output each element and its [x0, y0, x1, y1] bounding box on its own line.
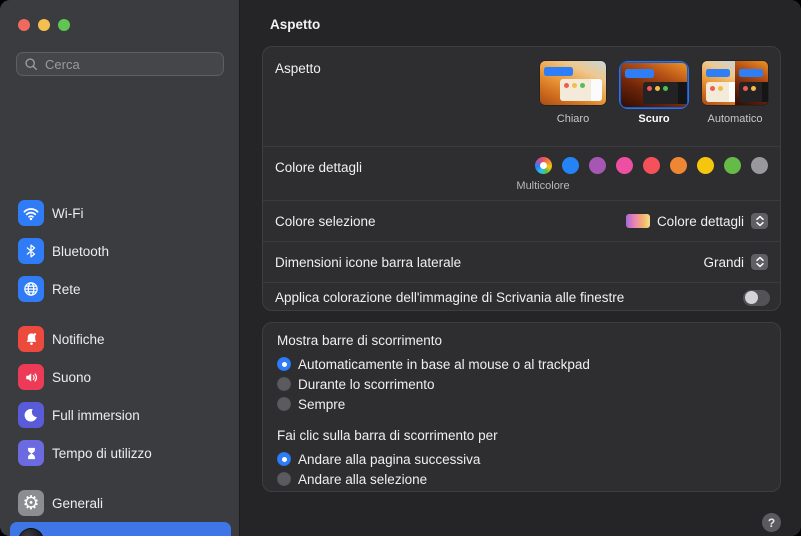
accent-dot-blue[interactable] [562, 157, 579, 174]
accent-dot-red[interactable] [643, 157, 660, 174]
accent-selected-caption: Multicolore [516, 180, 570, 192]
radio-option-jump-to-spot[interactable]: Andare alla selezione [277, 469, 766, 489]
radio-icon [277, 397, 291, 411]
search-field[interactable] [16, 52, 224, 76]
sidebar-item-label: Bluetooth [52, 243, 110, 259]
accent-dot-orange[interactable] [670, 157, 687, 174]
accent-dot-green[interactable] [724, 157, 741, 174]
stepper-icon [751, 254, 768, 270]
sidebar-item-label: Suono [52, 369, 92, 385]
radio-icon [277, 472, 291, 486]
radio-option-always[interactable]: Sempre [277, 394, 766, 414]
sidebar-item-general[interactable]: ⚙ Generali [10, 484, 231, 522]
wallpaper-tint-row: Applica colorazione dell'immagine di Scr… [263, 282, 780, 312]
sidebar-item-network[interactable]: Rete [10, 270, 231, 308]
scrollbar-card: Mostra barre di scorrimento Automaticame… [262, 322, 781, 492]
radio-icon [277, 377, 291, 391]
sidebar-item-label: Tempo di utilizzo [52, 445, 152, 461]
sidebar-item-appearance-selected[interactable] [10, 522, 231, 536]
globe-icon [18, 276, 44, 302]
theme-option-auto[interactable]: Automatico [702, 61, 768, 125]
sidebar-item-notifications[interactable]: Notifiche [10, 320, 231, 358]
accent-dot-multicolor[interactable] [535, 157, 552, 174]
show-scrollbars-heading: Mostra barre di scorrimento [277, 333, 443, 348]
appearance-row: Aspetto Chiaro Scuro Automatico [263, 47, 780, 146]
search-icon [25, 58, 38, 71]
sidebar-icon-size-value: Grandi [703, 254, 744, 270]
theme-options: Chiaro Scuro Automatico [540, 61, 768, 125]
selection-color-value: Colore dettagli [656, 213, 744, 229]
appearance-row-label: Aspetto [275, 61, 321, 76]
accent-dot-graphite[interactable] [751, 157, 768, 174]
gear-icon: ⚙ [18, 490, 44, 516]
moon-icon [18, 402, 44, 428]
content-pane: Aspetto Aspetto Chiaro Scuro Automatico … [241, 0, 801, 536]
sidebar-item-label: Wi-Fi [52, 205, 84, 221]
accent-dot-purple[interactable] [589, 157, 606, 174]
sidebar-item-sound[interactable]: Suono [10, 358, 231, 396]
close-button[interactable] [18, 19, 30, 31]
mini-window-dark [643, 82, 687, 104]
theme-option-label: Chiaro [556, 113, 590, 125]
minimize-button[interactable] [38, 19, 50, 31]
accent-dot-yellow[interactable] [697, 157, 714, 174]
theme-thumbnail-auto [702, 61, 768, 105]
radio-icon [277, 452, 291, 466]
wifi-icon [18, 200, 44, 226]
theme-option-dark[interactable]: Scuro [619, 61, 689, 125]
mini-menu-pill [625, 69, 654, 78]
gradient-swatch [625, 214, 650, 228]
mini-window-light [560, 79, 602, 101]
sidebar-icon-size-row: Dimensioni icone barra laterale Grandi [263, 241, 780, 282]
click-scrollbar-heading: Fai clic sulla barra di scorrimento per [277, 428, 498, 443]
sidebar-icon-size-popup[interactable]: Grandi [703, 254, 768, 270]
radio-icon [277, 357, 291, 371]
sidebar-item-focus[interactable]: Full immersion [10, 396, 231, 434]
window-controls [18, 19, 70, 31]
sidebar-item-label: Notifiche [52, 331, 105, 347]
sidebar-item-wifi[interactable]: Wi-Fi [10, 194, 231, 232]
selected-theme-frame [619, 61, 689, 109]
mini-menu-pill [544, 67, 573, 76]
speaker-icon [18, 364, 44, 390]
theme-option-light[interactable]: Chiaro [540, 61, 606, 125]
wallpaper-tint-label: Applica colorazione dell'immagine di Scr… [275, 290, 625, 305]
help-button[interactable]: ? [762, 513, 781, 532]
bell-icon [18, 326, 44, 352]
radio-option-automatic[interactable]: Automaticamente in base al mouse o al tr… [277, 354, 766, 374]
radio-option-when-scrolling[interactable]: Durante lo scorrimento [277, 374, 766, 394]
theme-option-label: Scuro [638, 113, 670, 125]
sidebar-icon-size-label: Dimensioni icone barra laterale [275, 254, 462, 270]
sidebar-item-screen-time[interactable]: Tempo di utilizzo [10, 434, 231, 472]
selection-color-label: Colore selezione [275, 213, 376, 229]
theme-thumbnail-light [540, 61, 606, 105]
search-input[interactable] [43, 55, 216, 73]
theme-option-label: Automatico [707, 113, 763, 125]
appearance-icon [18, 528, 44, 536]
sidebar: Wi-Fi Bluetooth Rete [0, 0, 240, 536]
system-settings-window: Wi-Fi Bluetooth Rete [0, 0, 801, 536]
sidebar-item-label: Rete [52, 281, 81, 297]
accent-dot-pink[interactable] [616, 157, 633, 174]
sidebar-item-label: Full immersion [52, 407, 140, 423]
radio-option-jump-next-page[interactable]: Andare alla pagina successiva [277, 449, 766, 469]
bluetooth-icon [18, 238, 44, 264]
sidebar-item-label: Generali [52, 495, 104, 511]
sidebar-nav: Wi-Fi Bluetooth Rete Notifiche Suono Ful… [10, 194, 231, 536]
accent-color-row: Colore dettagli Multicolore [263, 146, 780, 200]
hourglass-icon [18, 440, 44, 466]
toggle-knob [744, 291, 758, 304]
selection-color-popup[interactable]: Colore dettagli [625, 213, 768, 229]
zoom-button[interactable] [58, 19, 70, 31]
page-title: Aspetto [270, 17, 321, 32]
sidebar-item-bluetooth[interactable]: Bluetooth [10, 232, 231, 270]
theme-thumbnail-dark [621, 63, 687, 107]
appearance-card: Aspetto Chiaro Scuro Automatico Colore d… [262, 46, 781, 311]
wallpaper-tint-toggle[interactable] [743, 289, 770, 306]
accent-color-label: Colore dettagli [275, 160, 363, 175]
accent-color-picker: Multicolore [516, 157, 768, 192]
stepper-icon [751, 213, 768, 229]
selection-color-row: Colore selezione Colore dettagli [263, 200, 780, 241]
